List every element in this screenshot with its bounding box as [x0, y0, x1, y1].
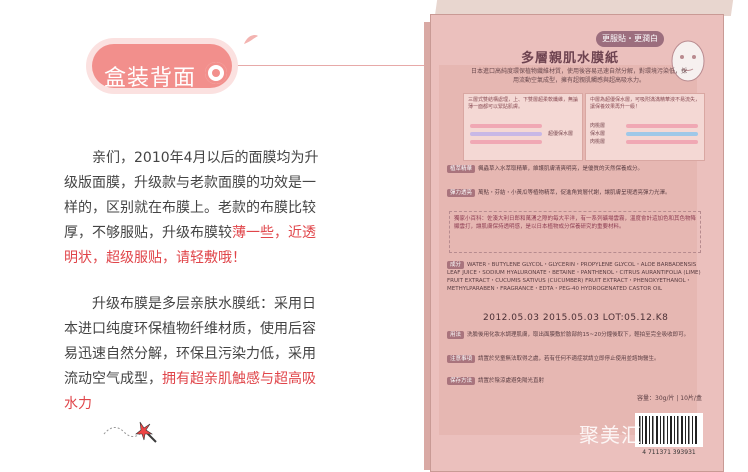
section-header: 盒装背面	[92, 34, 502, 106]
storage-text: 請置於陰涼處避免陽光直射	[478, 378, 545, 384]
info-tag: 注意事項	[447, 355, 476, 363]
storage-section: 保存方法 請置於陰涼處避免陽光直射	[447, 377, 627, 385]
layer-r-top	[626, 124, 698, 128]
layer-middle	[470, 132, 542, 136]
p1-highlight-b: 明状，超级服贴，请轻敷哦！	[64, 250, 246, 266]
p1-line-4: 厚，不够服贴，升级布膜较薄一些，近透	[64, 221, 364, 246]
info-text: 萬點・芬結・小黃瓜等植物精萃，促進角質層代謝，讓肌膚呈現透亮彈力光澤。	[478, 190, 671, 196]
p1-line-1: 亲们，2010年4月以后的面膜均为升	[92, 150, 319, 166]
barcode	[635, 413, 703, 447]
diagram-right-label: 中層為超優保水層，可吸附滿滿精華液不易流失，讓保養效果再升一級！	[590, 97, 701, 110]
info-tag: 成分	[447, 261, 465, 269]
p2-line-1: 升级布膜是多层亲肤水膜纸：采用日	[92, 296, 316, 312]
diagram-three-layer: 三層式雙結構處理，上、下雙層超柔軟纖維，無論薄一面都可以緊貼肌膚。 超優保水層	[463, 93, 583, 161]
leaf-icon	[244, 34, 258, 44]
special-note-text: 獨家小百科：佐湊大利日郎和萬湧之際的每大平洋，有一系列礦場雲霧，溫度會計這加色和…	[454, 216, 697, 230]
p1-highlight-a: 薄一些，近透	[232, 225, 316, 241]
diagram-water-layer: 中層為超優保水層，可吸附滿滿精華液不易流失，讓保養效果再升一級！ 肉桃層 保水層…	[585, 93, 705, 161]
magic-wand-icon	[103, 421, 157, 443]
paragraph-2: 升级布膜是多层亲肤水膜纸：采用日 本进口纯度环保植物纤维材质，使用后容 易迅速自…	[64, 292, 364, 417]
box-title: 多層親肌水膜紙	[521, 51, 620, 66]
barcode-icon	[639, 416, 697, 444]
info-tag: 植萃精華	[447, 165, 476, 173]
info-section-firming: 彈力透亮 萬點・芬結・小黃瓜等植物精萃，促進角質層代謝，讓肌膚呈現透亮彈力光澤。	[447, 189, 705, 197]
paragraph-1: 亲们，2010年4月以后的面膜均为升 级版面膜，升级款与老款面膜的功效是一 样的…	[64, 146, 364, 271]
p2-line-3: 易迅速自然分解，环保且污染力低，采用	[64, 346, 316, 362]
box-intro-text: 日本進口高純度環保植物纖維材質，使用後容易迅速自然分解，對環境污染低，採用流動空…	[470, 68, 687, 84]
diagram-right-tag: 肉桃層	[590, 123, 606, 129]
upgrade-badge: 更服貼・更潤白	[596, 31, 664, 47]
diagram-left-tag: 超優保水層	[548, 131, 574, 137]
header-title: 盒装背面	[104, 66, 197, 91]
p1-line-3: 样的，区别就在布膜上。老款的布膜比较	[64, 200, 316, 216]
info-text: 楓蟲草入水萃取精華，維護肌膚清爽明亮，是優質的天然保養成分。	[478, 166, 644, 172]
p2-line-4: 流动空气成型，拥有超亲肌触感与超高吸	[64, 367, 364, 392]
special-note-box: 獨家小百科：佐湊大利日郎和萬湧之際的每大平洋，有一系列礦場雲霧，溫度會計這加色和…	[449, 211, 701, 253]
ingredients-section: 成分 WATER・BUTYLENE GLYCOL・GLYCERIN・PROPYLE…	[447, 261, 705, 293]
p1-line-2: 级版面膜，升级款与老款面膜的功效是一	[64, 175, 316, 191]
ingredients-text: WATER・BUTYLENE GLYCOL・GLYCERIN・PROPYLENE…	[447, 262, 701, 292]
caution-text: 請置於兒童無法取得之處，若有任何不適症狀請立即停止使用並諮詢醫生。	[478, 356, 660, 362]
info-section-botanical: 植萃精華 楓蟲草入水萃取精華，維護肌膚清爽明亮，是優質的天然保養成分。	[447, 165, 705, 173]
usage-section: 用法 洗臉後用化妝水調理肌膚，取出面膜敷於臉部約15~20分鐘後取下，輕拍至完全吸…	[447, 331, 705, 339]
p1-line-4-text: 厚，不够服贴，升级布膜较	[64, 225, 232, 241]
usage-text: 洗臉後用化妝水調理肌膚，取出面膜敷於臉部約15~20分鐘後取下，輕拍至完全吸收即…	[467, 332, 690, 338]
p2-highlight-a: 拥有超亲肌触感与超高吸	[162, 371, 316, 387]
diagram-left-label: 三層式雙結構處理，上、下雙層超柔軟纖維，無論薄一面都可以緊貼肌膚。	[468, 97, 579, 110]
info-tag: 保存方法	[447, 377, 476, 385]
product-box-back: 更服貼・更潤白 多層親肌水膜紙 日本進口高純度環保植物纖維材質，使用後容易迅速自…	[424, 0, 734, 472]
info-tag: 用法	[447, 331, 465, 339]
diagram-right-tag: 保水層	[590, 131, 606, 137]
box-face: 更服貼・更潤白 多層親肌水膜紙 日本進口高純度環保植物纖維材質，使用後容易迅速自…	[430, 14, 724, 472]
diagram-right-tags: 肉桃層 保水層 肉桃層	[590, 122, 605, 146]
p2-line-4-text: 流动空气成型，	[64, 371, 162, 387]
diagram-right-tag: 肉桃層	[590, 139, 606, 145]
watermark-text: 聚美汇	[579, 423, 642, 447]
weight-text: 容量：30g/片 | 10片/盒	[637, 395, 702, 402]
layer-bottom	[470, 140, 542, 144]
batch-code: 2012.05.03 2015.05.03 LOT:05.12.K8	[483, 313, 669, 323]
caution-section: 注意事項 請置於兒童無法取得之處，若有任何不適症狀請立即停止使用並諮詢醫生。	[447, 355, 705, 363]
layer-r-middle	[626, 132, 698, 136]
header-pill: 盒装背面	[92, 44, 232, 91]
p2-line-2: 本进口纯度环保植物纤维材质，使用后容	[64, 321, 316, 337]
header-dot-icon	[205, 62, 227, 84]
layer-top	[470, 124, 542, 128]
layer-r-bottom	[626, 140, 698, 144]
barcode-number: 4 711371 393931	[642, 449, 696, 456]
info-tag: 彈力透亮	[447, 189, 476, 197]
